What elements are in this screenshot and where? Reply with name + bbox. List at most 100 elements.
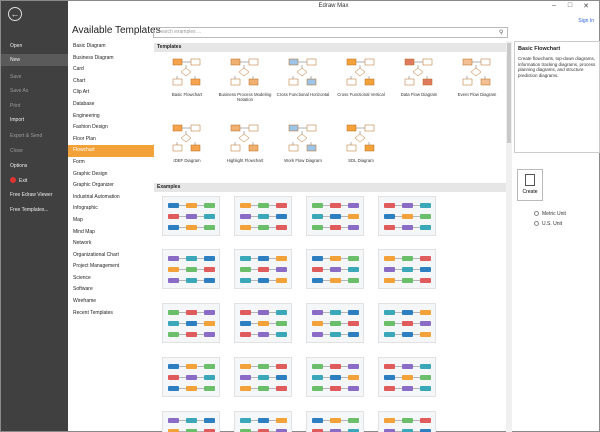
template-thumbnail: [285, 55, 321, 89]
metric-unit-label: Metric Unit: [542, 211, 566, 217]
template-thumbnail: [343, 121, 379, 155]
template-label: SDL Diagram: [348, 158, 374, 163]
example-thumbnail[interactable]: [306, 196, 364, 236]
menu-item-free-edraw-viewer[interactable]: Free Edraw Viewer: [1, 189, 68, 201]
category-network[interactable]: Network: [68, 238, 154, 250]
menu-item-save[interactable]: Save: [1, 71, 68, 83]
category-wireframe[interactable]: Wireframe: [68, 296, 154, 308]
category-graphic-design[interactable]: Graphic Design: [68, 169, 154, 181]
menu-item-free-templates[interactable]: Free Templates...: [1, 204, 68, 216]
category-map[interactable]: Map: [68, 215, 154, 227]
category-floor-plan[interactable]: Floor Plan: [68, 134, 154, 146]
radio-icon: [534, 211, 539, 216]
details-title: Basic Flowchart: [518, 46, 561, 52]
template-thumbnail: [169, 55, 205, 89]
category-science[interactable]: Science: [68, 273, 154, 285]
example-thumbnail[interactable]: [162, 249, 220, 289]
category-project-management[interactable]: Project Management: [68, 261, 154, 273]
example-thumbnail[interactable]: [306, 249, 364, 289]
category-industrial-automation[interactable]: Industrial Automation: [68, 192, 154, 204]
us-unit-radio[interactable]: U.S. Unit: [534, 221, 562, 227]
radio-icon: [534, 221, 539, 226]
category-clip-art[interactable]: Clip Art: [68, 87, 154, 99]
example-thumbnail[interactable]: [378, 249, 436, 289]
category-mind-map[interactable]: Mind Map: [68, 227, 154, 239]
example-thumbnail[interactable]: [306, 411, 364, 432]
template-label: Event Flow Diagram: [457, 92, 497, 97]
template-thumbnail: [459, 55, 495, 89]
example-thumbnail[interactable]: [378, 196, 436, 236]
example-thumbnail[interactable]: [306, 357, 364, 397]
example-thumbnail[interactable]: [378, 357, 436, 397]
back-arrow-icon[interactable]: ←: [8, 7, 22, 21]
menu-item-import[interactable]: Import: [1, 114, 68, 126]
category-flowchart[interactable]: Flowchart: [68, 145, 154, 157]
category-infographic[interactable]: Infographic: [68, 203, 154, 215]
app-window: ← Open New Save Save As Print Import Export & …: [0, 0, 600, 432]
category-database[interactable]: Database: [68, 99, 154, 111]
template-sdl-diagram[interactable]: SDL Diagram: [332, 121, 390, 163]
menu-item-save-as[interactable]: Save As: [1, 85, 68, 97]
us-unit-label: U.S. Unit: [542, 221, 563, 227]
maximize-icon[interactable]: □: [565, 2, 575, 9]
menu-item-export-send[interactable]: Export & Send: [1, 130, 68, 142]
template-highlight-flowchart[interactable]: Highlight Flowchart: [216, 121, 274, 163]
template-thumbnail: [169, 121, 205, 155]
example-thumbnail[interactable]: [234, 303, 292, 343]
template-data-flow-diagram[interactable]: Data Flow Diagram: [390, 55, 448, 97]
category-software[interactable]: Software: [68, 284, 154, 296]
search-icon[interactable]: ⚲: [499, 29, 503, 36]
category-form[interactable]: Form: [68, 157, 154, 169]
category-basic-diagram[interactable]: Basic Diagram: [68, 41, 154, 53]
menu-item-open[interactable]: Open: [1, 40, 68, 52]
backstage-panel: ← Open New Save Save As Print Import Export & …: [1, 1, 68, 431]
menu-item-print[interactable]: Print: [1, 100, 68, 112]
example-thumbnail[interactable]: [234, 411, 292, 432]
template-basic-flowchart[interactable]: Basic Flowchart: [158, 55, 216, 97]
example-thumbnail[interactable]: [234, 357, 292, 397]
menu-item-label: Free Edraw Viewer: [10, 192, 53, 198]
template-cross-functional-vertical[interactable]: Cross Functional Vertical: [332, 55, 390, 97]
example-thumbnail[interactable]: [306, 303, 364, 343]
template-work-flow-diagram[interactable]: Work Flow Diagram: [274, 121, 332, 163]
menu-item-exit[interactable]: Exit: [1, 175, 68, 187]
document-icon: [525, 174, 535, 186]
example-thumbnail[interactable]: [378, 411, 436, 432]
category-card[interactable]: Card: [68, 64, 154, 76]
metric-unit-radio[interactable]: Metric Unit: [534, 211, 566, 217]
search-input[interactable]: Search examples ...: [153, 27, 508, 38]
example-thumbnail[interactable]: [162, 357, 220, 397]
example-thumbnail[interactable]: [162, 196, 220, 236]
category-recent-templates[interactable]: Recent Templates: [68, 308, 154, 320]
category-engineering[interactable]: Engineering: [68, 111, 154, 123]
category-graphic-organizer[interactable]: Graphic Organizer: [68, 180, 154, 192]
gallery-scrollbar[interactable]: [506, 41, 512, 432]
category-chart[interactable]: Chart: [68, 76, 154, 88]
menu-item-label: Save: [10, 74, 22, 80]
menu-item-new[interactable]: New: [1, 54, 68, 66]
example-thumbnail[interactable]: [162, 303, 220, 343]
minimize-icon[interactable]: –: [549, 2, 559, 9]
category-business-diagram[interactable]: Business Diagram: [68, 53, 154, 65]
exit-icon: [10, 177, 16, 183]
template-gallery: Templates Examples Basic Flowchart Busine…: [154, 41, 509, 432]
template-event-flow-diagram[interactable]: Event Flow Diagram: [448, 55, 506, 97]
create-button[interactable]: Create: [517, 169, 543, 201]
template-thumbnail: [227, 121, 263, 155]
sign-in-link[interactable]: Sign In: [578, 18, 594, 24]
menu-item-label: New: [10, 57, 21, 63]
template-idef-diagram[interactable]: IDEF Diagram: [158, 121, 216, 163]
menu-item-close[interactable]: Close: [1, 145, 68, 157]
category-fashion-design[interactable]: Fashion Design: [68, 122, 154, 134]
category-organizational-chart[interactable]: Organizational Chart: [68, 250, 154, 262]
template-cross-functional-horizontal[interactable]: Cross Functional Horizontal: [274, 55, 332, 97]
template-business-process-modeling-notation[interactable]: Business Process Modeling Notation: [216, 55, 274, 102]
menu-item-options[interactable]: Options: [1, 160, 68, 172]
scrollbar-thumb[interactable]: [507, 43, 511, 143]
example-thumbnail[interactable]: [234, 196, 292, 236]
close-icon[interactable]: ✕: [581, 2, 591, 10]
example-thumbnail[interactable]: [234, 249, 292, 289]
template-thumbnail: [343, 55, 379, 89]
example-thumbnail[interactable]: [378, 303, 436, 343]
example-thumbnail[interactable]: [162, 411, 220, 432]
